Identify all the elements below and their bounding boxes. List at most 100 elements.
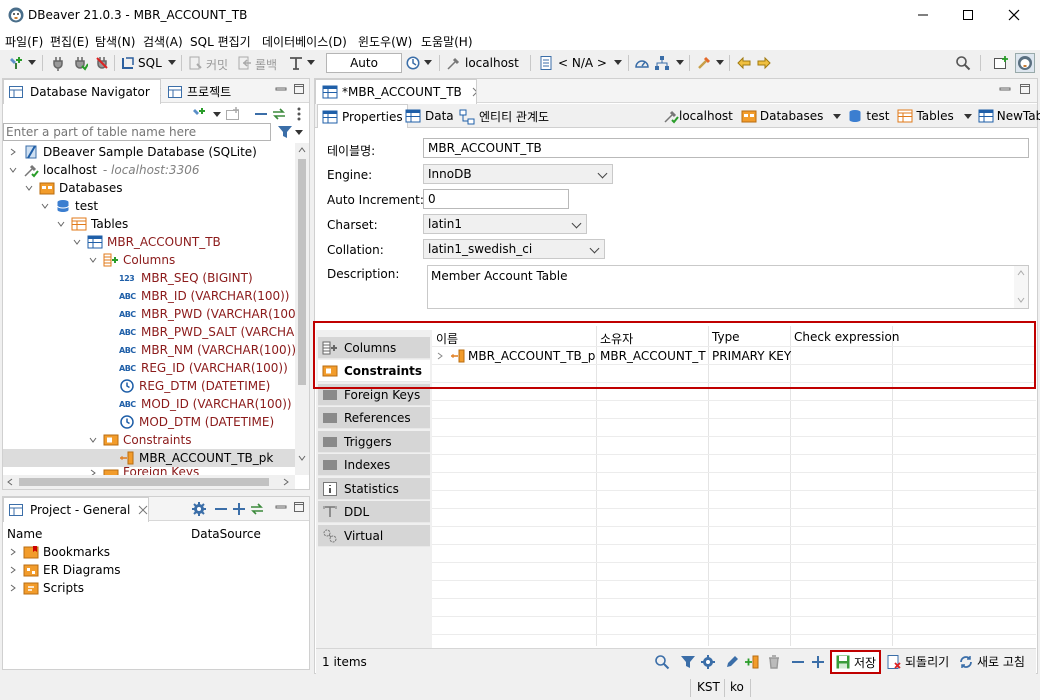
- menu-sql-editor[interactable]: SQL 편집기: [190, 33, 251, 50]
- filter-dropdown-icon[interactable]: [295, 130, 303, 135]
- description-textarea[interactable]: Member Account Table: [427, 265, 1029, 309]
- menu-database[interactable]: 데이터베이스(D): [262, 33, 347, 50]
- connect-plug-icon[interactable]: [50, 55, 66, 71]
- minimize-view-icon[interactable]: [999, 83, 1011, 95]
- rollback-button-label[interactable]: 롤백: [255, 56, 277, 73]
- menu-navigate[interactable]: 탐색(N): [95, 33, 135, 50]
- project-item-er-diagrams[interactable]: ER Diagrams: [7, 561, 121, 579]
- tree-item-localhost[interactable]: localhost - localhost:3306: [7, 161, 199, 179]
- navigate-forward-icon[interactable]: [756, 55, 772, 71]
- transaction-mode-dropdown-icon[interactable]: [307, 60, 315, 65]
- collapse-arrow-icon[interactable]: [87, 254, 99, 266]
- new-connection-dropdown-icon[interactable]: [28, 60, 36, 65]
- scroll-up-arrow-icon[interactable]: [1017, 270, 1025, 276]
- reconnect-icon[interactable]: [72, 55, 88, 71]
- sql-editor-icon[interactable]: [120, 55, 136, 71]
- project-item-bookmarks[interactable]: Bookmarks: [7, 543, 110, 561]
- schema-selector-icon[interactable]: [538, 55, 554, 71]
- transaction-log-dropdown-icon[interactable]: [424, 60, 432, 65]
- grid-row[interactable]: MBR_ACCOUNT_TB_pk: [436, 347, 596, 365]
- disconnect-icon[interactable]: [94, 55, 110, 71]
- tools-dropdown-icon[interactable]: [716, 60, 724, 65]
- sidetab-ddl[interactable]: DDL: [318, 501, 430, 523]
- tools-icon[interactable]: [696, 55, 712, 71]
- grid-header-name[interactable]: 이름: [436, 330, 458, 347]
- sidetab-statistics[interactable]: Statistics: [318, 478, 430, 500]
- breadcrumb-dropdown-icon[interactable]: [963, 113, 972, 119]
- sql-dropdown-icon[interactable]: [168, 60, 176, 65]
- network-dropdown-icon[interactable]: [676, 60, 684, 65]
- scrollbar-thumb[interactable]: [19, 478, 269, 486]
- collapse-icon[interactable]: [213, 501, 229, 517]
- collapse-arrow-icon[interactable]: [55, 218, 67, 230]
- maximize-view-icon[interactable]: [293, 501, 305, 513]
- sidetab-indexes[interactable]: Indexes: [318, 454, 430, 476]
- new-connection-small-dropdown-icon[interactable]: [213, 112, 221, 117]
- auto-increment-field[interactable]: 0: [423, 189, 569, 209]
- add-icon[interactable]: [231, 501, 247, 517]
- expand-arrow-icon[interactable]: [7, 582, 19, 594]
- network-icon[interactable]: [654, 55, 670, 71]
- new-connection-small-icon[interactable]: [191, 106, 207, 122]
- configure-icon[interactable]: [700, 654, 716, 670]
- collation-select[interactable]: latin1_swedish_ci: [423, 239, 605, 259]
- menu-edit[interactable]: 편집(E): [50, 33, 89, 50]
- grid-header-type[interactable]: Type: [712, 330, 740, 344]
- configure-icon[interactable]: [191, 501, 207, 517]
- tree-item-column[interactable]: ABC MBR_PWD (VARCHAR(100)): [119, 305, 295, 323]
- tree-item-column[interactable]: ABC MBR_PWD_SALT (VARCHAR: [119, 323, 295, 341]
- subtab-properties[interactable]: Properties: [317, 104, 408, 128]
- search-icon[interactable]: [955, 55, 971, 71]
- expand-arrow-icon[interactable]: [436, 352, 444, 360]
- sidetab-virtual[interactable]: Virtual: [318, 525, 430, 547]
- subtab-data[interactable]: Data: [405, 108, 454, 124]
- breadcrumb-tables[interactable]: Tables: [916, 109, 953, 123]
- column-header-datasource[interactable]: DataSource: [191, 527, 261, 541]
- charset-select[interactable]: latin1: [423, 214, 587, 234]
- tab-project-general[interactable]: Project - General: [3, 497, 149, 522]
- sidetab-constraints[interactable]: Constraints: [318, 360, 430, 382]
- new-folder-icon[interactable]: [225, 106, 241, 122]
- rollback-icon[interactable]: [237, 55, 253, 71]
- table-filter-input[interactable]: [3, 123, 271, 141]
- tree-item-column[interactable]: ABC MBR_ID (VARCHAR(100)): [119, 287, 290, 305]
- transaction-log-icon[interactable]: [405, 55, 421, 71]
- minimize-button[interactable]: [900, 0, 946, 30]
- schema-dropdown-icon[interactable]: [614, 60, 622, 65]
- tree-item-pk[interactable]: MBR_ACCOUNT_TB_pk: [119, 449, 273, 467]
- sidetab-triggers[interactable]: Triggers: [318, 431, 430, 453]
- collapse-arrow-icon[interactable]: [87, 434, 99, 446]
- dashboard-icon[interactable]: [634, 55, 650, 71]
- view-menu-icon[interactable]: [295, 106, 303, 122]
- active-datasource-icon[interactable]: [446, 55, 462, 71]
- menu-file[interactable]: 파일(F): [5, 33, 43, 50]
- sidetab-foreign-keys[interactable]: Foreign Keys: [318, 384, 430, 406]
- sidetab-references[interactable]: References: [318, 407, 430, 429]
- tree-item-column[interactable]: ABC MBR_NM (VARCHAR(100)): [119, 341, 295, 359]
- close-button[interactable]: [991, 0, 1037, 30]
- engine-select[interactable]: InnoDB: [423, 164, 613, 184]
- expand-arrow-icon[interactable]: [7, 546, 19, 558]
- collapse-all-icon[interactable]: [790, 654, 806, 670]
- minimize-view-icon[interactable]: [275, 83, 287, 95]
- auto-commit-combo[interactable]: Auto: [326, 53, 402, 73]
- link-with-editor-icon[interactable]: [271, 106, 287, 122]
- tree-item-sample-db[interactable]: DBeaver Sample Database (SQLite): [7, 143, 257, 161]
- tree-item-column[interactable]: 123 MBR_SEQ (BIGINT): [119, 269, 253, 287]
- commit-icon[interactable]: [188, 55, 204, 71]
- add-constraint-icon[interactable]: [744, 654, 760, 670]
- tree-item-test[interactable]: test: [39, 197, 98, 215]
- close-tab-icon[interactable]: [472, 87, 476, 97]
- commit-button-label[interactable]: 커밋: [206, 56, 228, 73]
- close-tab-icon[interactable]: [138, 505, 148, 515]
- tab-table-editor[interactable]: *MBR_ACCOUNT_TB: [315, 79, 477, 104]
- sql-button-label[interactable]: SQL: [138, 56, 162, 70]
- scroll-up-arrow-icon[interactable]: [298, 147, 306, 153]
- breadcrumb-dropdown-icon[interactable]: [833, 113, 842, 119]
- save-button[interactable]: 저장: [830, 650, 882, 674]
- filter-icon[interactable]: [277, 124, 293, 140]
- tree-item-constraints[interactable]: Constraints: [87, 431, 191, 449]
- scrollbar-thumb[interactable]: [298, 159, 306, 385]
- table-name-field[interactable]: MBR_ACCOUNT_TB: [423, 138, 1029, 158]
- tree-item-column[interactable]: ABC MOD_ID (VARCHAR(100)): [119, 395, 292, 413]
